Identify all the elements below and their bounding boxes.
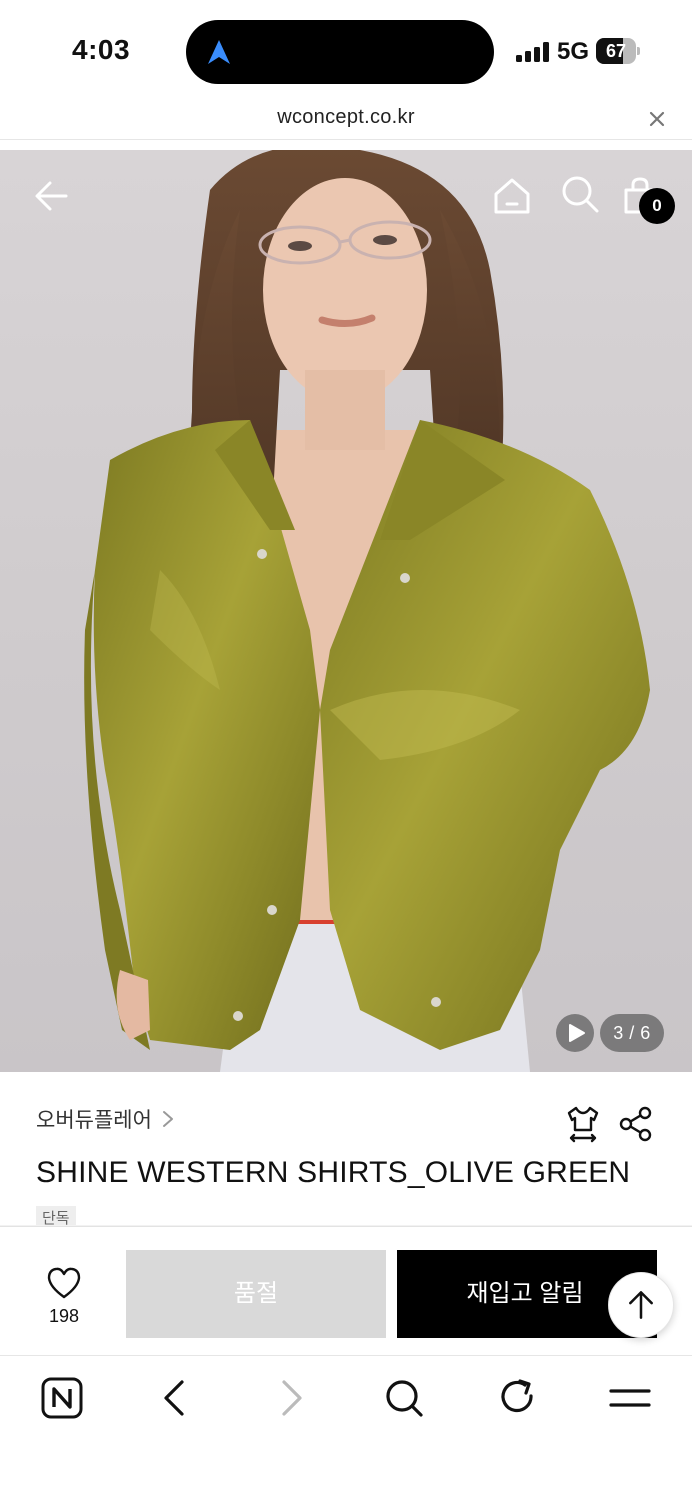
navigation-arrow-icon [208, 40, 230, 64]
cart-count-badge[interactable]: 0 [639, 188, 675, 224]
home-icon[interactable] [490, 174, 534, 218]
cellular-signal-icon [516, 42, 549, 62]
product-image[interactable] [0, 150, 692, 1072]
soldout-button[interactable]: 품절 [126, 1250, 386, 1338]
battery-indicator: 67 [596, 38, 642, 64]
play-icon[interactable] [556, 1014, 594, 1052]
status-time: 4:03 [72, 34, 131, 65]
forward-chevron-icon[interactable] [268, 1376, 312, 1420]
size-guide-icon[interactable] [563, 1104, 603, 1144]
arrow-up-icon[interactable] [608, 1272, 674, 1338]
like-count: 198 [48, 1306, 80, 1326]
menu-icon[interactable] [608, 1376, 652, 1420]
heart-icon[interactable] [46, 1266, 82, 1300]
chevron-right-icon [162, 1111, 173, 1127]
address-bar[interactable]: wconcept.co.kr [0, 96, 692, 140]
naver-home-icon[interactable] [40, 1376, 84, 1420]
close-icon[interactable] [646, 108, 668, 130]
share-icon[interactable] [618, 1106, 654, 1142]
exclusive-tag: 단독 [36, 1206, 76, 1228]
browser-search-icon[interactable] [382, 1376, 426, 1420]
back-chevron-icon[interactable] [154, 1376, 198, 1420]
image-counter: 3 / 6 [600, 1014, 664, 1052]
network-type: 5G [557, 38, 590, 65]
battery-percent: 67 [605, 41, 627, 61]
refresh-icon[interactable] [496, 1376, 540, 1420]
browser-toolbar [0, 1355, 692, 1500]
brand-name[interactable]: 오버듀플레어 [36, 1104, 152, 1134]
status-bar: 4:03 5G 67 [0, 0, 692, 100]
dynamic-island [186, 20, 494, 84]
like-button[interactable]: 198 [36, 1266, 92, 1330]
brand-link[interactable]: 오버듀플레어 [36, 1104, 176, 1134]
back-arrow-icon[interactable] [30, 174, 74, 218]
url-text[interactable]: wconcept.co.kr [0, 106, 692, 129]
product-title: SHINE WESTERN SHIRTS_OLIVE GREEN [36, 1156, 631, 1189]
product-photo [84, 150, 650, 1072]
search-icon[interactable] [558, 172, 602, 216]
